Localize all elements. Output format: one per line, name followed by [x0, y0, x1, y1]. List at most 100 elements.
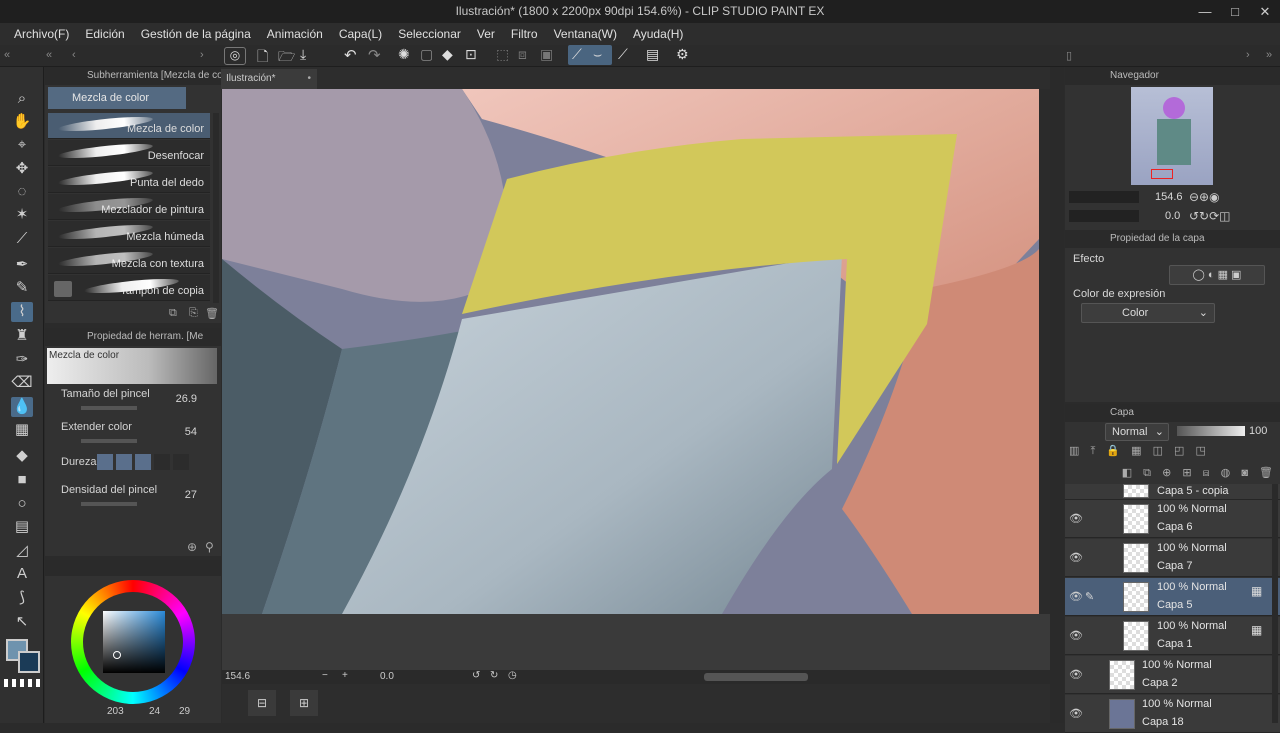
eye-icon[interactable]: 👁: [1069, 590, 1083, 604]
subtool-item-mezclador-de-pintura[interactable]: Mezclador de pintura: [48, 194, 210, 220]
menu-filtro[interactable]: Filtro: [503, 27, 546, 41]
density-row[interactable]: Densidad del pincel 27: [61, 484, 211, 506]
navigator-thumbnail[interactable]: [1131, 87, 1213, 185]
subtool-scrollbar[interactable]: [213, 113, 219, 303]
clip-studio-icon[interactable]: ◎: [224, 47, 246, 65]
deselect-icon[interactable]: ⬚: [496, 46, 509, 63]
pen-tool-icon[interactable]: ✒: [11, 255, 33, 275]
hardness-level-3[interactable]: [135, 454, 151, 470]
chevron-right-icon[interactable]: ›: [200, 49, 204, 61]
delete-subtool-icon[interactable]: 🗑: [205, 307, 219, 320]
navigator-zoom-slider[interactable]: [1069, 191, 1139, 203]
extend-color-slider[interactable]: [81, 439, 137, 443]
transparent-color-swatch[interactable]: [4, 679, 40, 687]
navigator-rotation-icons[interactable]: ↺↻⟳◫: [1189, 209, 1231, 223]
subtool-item-punta-del-dedo[interactable]: Punta del dedo: [48, 167, 210, 193]
rotate-left-icon[interactable]: ↺: [472, 670, 480, 681]
frame-tool-icon[interactable]: ▤: [11, 517, 33, 537]
subtool-item-tampon-de-copia[interactable]: Tampón de copia: [48, 275, 210, 301]
menu-seleccionar[interactable]: Seleccionar: [390, 27, 469, 41]
chevron-right-icon-2[interactable]: ›: [1246, 49, 1250, 61]
eye-icon[interactable]: 👁: [1069, 512, 1083, 526]
saturation-value-square[interactable]: [103, 611, 165, 673]
layer-row-capa-18[interactable]: 👁 100 % Normal Capa 18: [1065, 695, 1280, 733]
menu-edicion[interactable]: Edición: [77, 27, 132, 41]
menu-gestion-pagina[interactable]: Gestión de la página: [133, 27, 259, 41]
subtool-item-mezcla-con-textura[interactable]: Mezcla con textura: [48, 248, 210, 274]
figure-tool-icon[interactable]: ○: [11, 494, 33, 514]
close-button[interactable]: ✕: [1250, 0, 1280, 23]
invert-selection-icon[interactable]: ⧈: [518, 46, 527, 63]
eyedropper-icon[interactable]: ⟋: [11, 229, 33, 249]
redo-icon[interactable]: ↷: [368, 46, 381, 64]
move-layer-icon[interactable]: ✥: [11, 159, 33, 179]
eye-icon[interactable]: 👁: [1069, 629, 1083, 643]
eye-icon[interactable]: 👁: [1069, 668, 1083, 682]
color-picker-cursor[interactable]: [113, 651, 121, 659]
hardness-row[interactable]: Dureza: [61, 454, 211, 476]
menu-animacion[interactable]: Animación: [259, 27, 331, 41]
tool-settings-icon[interactable]: ⊕: [187, 540, 197, 554]
layer-row-capa-5[interactable]: 👁 ✎ 100 % Normal Capa 5 ▦: [1065, 578, 1280, 616]
document-tab[interactable]: Ilustración* •: [221, 69, 317, 89]
layer-scrollbar[interactable]: [1272, 484, 1278, 723]
layer-properties-bottom-icon[interactable]: ⊟: [248, 690, 276, 716]
crop-icon[interactable]: ▣: [540, 46, 553, 63]
correct-line-tool-icon[interactable]: ↖: [11, 612, 33, 632]
zoom-in-icon[interactable]: +: [342, 670, 348, 681]
hand-tool-icon[interactable]: ✋: [11, 112, 33, 132]
subtool-group-tab[interactable]: Mezcla de color: [48, 87, 186, 109]
drawing-canvas[interactable]: [222, 89, 1039, 614]
brush-size-row[interactable]: Tamaño del pincel 26.9: [61, 388, 211, 410]
navigator-zoom-icons[interactable]: ⊖⊕◉: [1189, 190, 1220, 204]
clear-icon[interactable]: ▢: [420, 46, 433, 63]
snap-special-ruler-icon[interactable]: ⌣: [593, 46, 602, 63]
horizontal-scrollbar[interactable]: [704, 673, 808, 681]
gradient-tool-icon[interactable]: ■: [11, 470, 33, 490]
layer-row-capa-7[interactable]: 👁 100 % Normal Capa 7: [1065, 539, 1280, 577]
layer-row-capa-1[interactable]: 👁 100 % Normal Capa 1 ▦: [1065, 617, 1280, 655]
navigator-rotation-value[interactable]: 0.0: [1165, 210, 1180, 222]
decoration-tool-icon[interactable]: ✑: [11, 350, 33, 370]
ruler-tool-icon[interactable]: ◿: [11, 541, 33, 561]
layer-lock-icons[interactable]: ▥ ⤒ 🔒 ▦ ◫ ◰ ◳: [1069, 444, 1277, 460]
hardness-level-2[interactable]: [116, 454, 132, 470]
hardness-level-1[interactable]: [97, 454, 113, 470]
eye-icon[interactable]: 👁: [1069, 551, 1083, 565]
zoom-out-icon[interactable]: −: [322, 670, 328, 681]
close-tab-icon[interactable]: •: [307, 69, 311, 89]
effect-buttons[interactable]: ◯ ◐ ▦ ▣: [1169, 265, 1265, 285]
settings-icon[interactable]: ⚙: [676, 46, 689, 63]
layer-row-capa-6[interactable]: 👁 100 % Normal Capa 6: [1065, 500, 1280, 538]
minimize-button[interactable]: —: [1190, 0, 1220, 23]
snap-ruler-icon[interactable]: ⟋: [572, 46, 582, 63]
tool-search-icon[interactable]: ⚲: [205, 540, 214, 554]
subtool-item-desenfocar[interactable]: Desenfocar: [48, 140, 210, 166]
density-slider[interactable]: [81, 502, 137, 506]
eye-icon[interactable]: 👁: [1069, 707, 1083, 721]
text-tool-icon[interactable]: A: [11, 564, 33, 584]
grid-tool-icon[interactable]: ▦: [11, 420, 33, 440]
navigator-viewport[interactable]: [1151, 169, 1173, 179]
canvas-zoom-value[interactable]: 154.6: [225, 671, 250, 682]
lasso-tool-icon[interactable]: ◌: [11, 182, 33, 202]
operation-tool-icon[interactable]: ⌖: [11, 135, 33, 155]
canvas-rotation-value[interactable]: 0.0: [380, 671, 394, 682]
chevron-left-icon[interactable]: ‹: [72, 49, 76, 61]
layer-row-capa-5-copia[interactable]: Capa 5 - copia: [1065, 484, 1280, 500]
brush-size-slider[interactable]: [81, 406, 137, 410]
brush-size-value[interactable]: 26.9: [176, 393, 197, 405]
snap-grid-icon[interactable]: ⟋: [618, 46, 628, 63]
expression-color-select[interactable]: Color ⌄: [1081, 303, 1215, 323]
save-icon[interactable]: ⤓: [300, 46, 306, 63]
rotate-right-icon[interactable]: ↻: [490, 670, 498, 681]
menu-ver[interactable]: Ver: [469, 27, 503, 41]
collapse-left-icon[interactable]: «: [4, 49, 10, 61]
opacity-slider[interactable]: [1177, 426, 1245, 436]
menu-archivo[interactable]: Archivo(F): [6, 27, 77, 41]
menu-ventana[interactable]: Ventana(W): [546, 27, 625, 41]
subtool-item-mezcla-de-color[interactable]: Mezcla de color: [48, 113, 210, 139]
brush-tool-icon[interactable]: ⌇: [11, 302, 33, 322]
eraser-tool-icon[interactable]: ⌫: [11, 373, 33, 393]
magic-wand-icon[interactable]: ✶: [11, 205, 33, 225]
